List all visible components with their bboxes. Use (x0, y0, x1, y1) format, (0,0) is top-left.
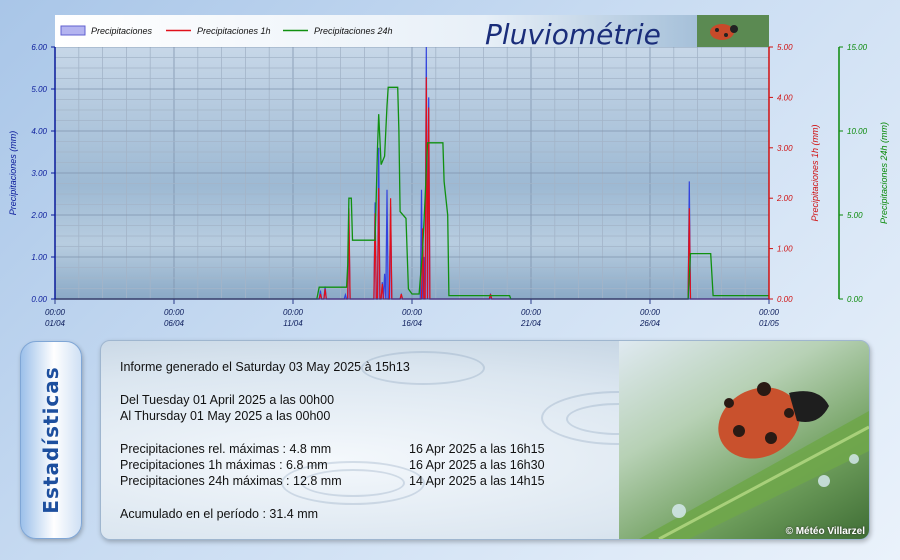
y-tick-label: 15.00 (847, 43, 868, 52)
x-tick-date: 26/04 (639, 319, 661, 328)
legend-label-precipitaciones: Precipitaciones (91, 26, 153, 36)
report-row: Precipitaciones rel. máximas : 4.8 mm 16 … (120, 441, 545, 457)
y-axis-label-left: Precipitaciones (mm) (8, 131, 18, 216)
report-row: Precipitaciones 1h máximas : 6.8 mm 16 Ap… (120, 457, 545, 473)
y-tick-label: 0.00 (847, 295, 863, 304)
y-tick-label: 2.00 (776, 194, 793, 203)
y-tick-label: 4.00 (777, 93, 793, 102)
x-tick-date: 16/04 (402, 319, 423, 328)
report-period-from: Del Tuesday 01 April 2025 a las 00h00 (120, 393, 335, 407)
y-tick-label: 6.00 (31, 43, 47, 52)
report-row-date: 14 Apr 2025 a las 14h15 (409, 474, 545, 488)
legend-box (55, 15, 769, 47)
statistics-tab-label: Estadísticas (39, 366, 63, 514)
y-axis-label-right1: Precipitaciones 1h (mm) (810, 124, 820, 221)
y-tick-label: 4.00 (31, 127, 47, 136)
statistics-tab: Estadísticas (20, 341, 82, 539)
copyright: © Météo Villarzel (785, 526, 865, 537)
legend-label-1h: Precipitaciones 1h (197, 26, 271, 36)
y-axis-label-right2: Precipitaciones 24h (mm) (879, 122, 889, 224)
ladybug-thumbnail (697, 15, 769, 47)
report-row-label: Precipitaciones 1h máximas : 6.8 mm (120, 458, 328, 472)
report-row-label: Precipitaciones rel. máximas : 4.8 mm (120, 442, 332, 456)
chart-title: Pluviométrie (485, 18, 661, 51)
legend-label-24h: Precipitaciones 24h (314, 26, 393, 36)
x-tick-time: 00:00 (759, 308, 780, 317)
x-tick-time: 00:00 (45, 308, 66, 317)
y-tick-label: 0.00 (777, 295, 793, 304)
x-tick-date: 01/04 (45, 319, 66, 328)
y-tick-label: 3.00 (31, 169, 47, 178)
report-generated: Informe generado el Saturday 03 May 2025… (120, 360, 410, 374)
y-tick-label: 1.00 (777, 245, 793, 254)
x-tick-date: 21/04 (520, 319, 542, 328)
report-row-date: 16 Apr 2025 a las 16h30 (409, 458, 545, 472)
y-tick-label: 2.00 (30, 211, 47, 220)
y-tick-label: 5.00 (31, 85, 47, 94)
y-tick-label: 5.00 (847, 211, 863, 220)
report-row-date: 16 Apr 2025 a las 16h15 (409, 442, 545, 456)
report-row: Precipitaciones 24h máximas : 12.8 mm 14 … (120, 473, 545, 489)
x-tick-date: 01/05 (759, 319, 780, 328)
y-tick-label: 10.00 (847, 127, 868, 136)
x-tick-time: 00:00 (402, 308, 423, 317)
y-tick-label: 5.00 (777, 43, 793, 52)
x-tick-date: 11/04 (283, 319, 303, 328)
precipitation-chart: 00:00 01/04 00:00 06/04 00:00 11/04 00:00 16/04… (8, 15, 889, 328)
ladybug-image (619, 341, 869, 539)
report-period-to: Al Thursday 01 May 2025 a las 00h00 (120, 409, 331, 423)
x-tick-time: 00:00 (521, 308, 542, 317)
y-tick-label: 1.00 (31, 253, 47, 262)
x-tick-date: 06/04 (164, 319, 185, 328)
statistics-report: Informe generado el Saturday 03 May 2025… (120, 359, 545, 522)
x-tick-time: 00:00 (640, 308, 661, 317)
x-tick-time: 00:00 (164, 308, 185, 317)
report-row-label: Precipitaciones 24h máximas : 12.8 mm (120, 474, 342, 488)
legend-swatch-precipitaciones (60, 25, 86, 36)
statistics-panel: Informe generado el Saturday 03 May 2025… (100, 340, 870, 540)
legend: Precipitaciones Precipitaciones 1h Preci… (55, 15, 769, 51)
report-accumulated: Acumulado en el período : 31.4 mm (120, 507, 319, 521)
x-tick-time: 00:00 (283, 308, 304, 317)
y-tick-label: 0.00 (31, 295, 47, 304)
y-tick-label: 3.00 (777, 144, 793, 153)
